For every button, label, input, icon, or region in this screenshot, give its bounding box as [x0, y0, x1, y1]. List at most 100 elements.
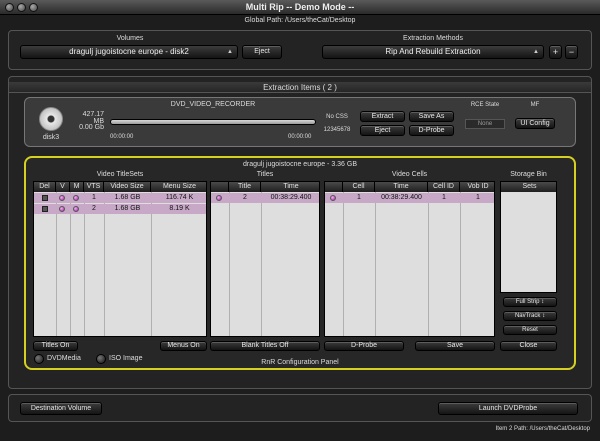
- rce-state-field[interactable]: None: [465, 119, 505, 129]
- navtrack-select[interactable]: NavTrack ↕: [503, 311, 557, 321]
- navtrack-label: NavTrack: [514, 313, 541, 319]
- disk-name: disk3: [42, 134, 60, 141]
- menu-toggle[interactable]: [73, 206, 79, 212]
- cell-number: 1: [357, 194, 361, 201]
- blank-titles-off-button[interactable]: Blank Titles Off: [210, 341, 320, 351]
- config-panel-footer: RnR Configuration Panel: [261, 359, 339, 366]
- column-header-vts[interactable]: VTS: [84, 182, 104, 192]
- column-header-video-size[interactable]: Video Size: [104, 182, 151, 192]
- table-row[interactable]: 1 00:38:29.400 1 1: [325, 193, 494, 203]
- titles-label: Titles: [256, 171, 274, 178]
- menu-toggle[interactable]: [73, 195, 79, 201]
- close-config-button[interactable]: Close: [500, 341, 557, 351]
- video-cells-table[interactable]: Cell Time Cell ID Vob ID 1 00:38:29.400 …: [324, 181, 495, 337]
- chevron-updown-icon: ▲: [227, 49, 233, 55]
- menu-size-cell: 8.19 K: [169, 205, 190, 212]
- table-row[interactable]: 2 1.68 GB 8.19 K: [34, 204, 206, 214]
- save-config-button[interactable]: Save: [415, 341, 495, 351]
- disk-title: DVD_VIDEO_RECORDER: [170, 101, 256, 108]
- dprobe-config-button[interactable]: D-Probe: [324, 341, 404, 351]
- item-path: Item 2 Path: /Users/theCat/Desktop: [495, 426, 590, 432]
- column-header-select: [211, 182, 229, 192]
- disk-free: 0.00 Gb: [79, 124, 104, 131]
- video-size-cell: 1.68 GB: [114, 194, 141, 201]
- remove-method-button[interactable]: −: [565, 45, 578, 59]
- full-strip-select[interactable]: Full Strip ↕: [503, 297, 557, 307]
- rce-state-label: RCE State: [470, 102, 500, 108]
- column-header-cell[interactable]: Cell: [343, 182, 375, 192]
- extraction-progress-bar: [110, 119, 316, 125]
- minimize-window-icon[interactable]: [17, 3, 26, 12]
- launch-dvdprobe-button[interactable]: Launch DVDProbe: [438, 402, 578, 415]
- ui-config-button[interactable]: UI Config: [515, 118, 555, 129]
- time-end: 00:00:00: [288, 134, 312, 140]
- column-header-cell-time[interactable]: Time: [375, 182, 428, 192]
- title-cell: 2: [243, 194, 247, 201]
- title-toggle[interactable]: [216, 195, 222, 201]
- volume-select-value: dragulj jugoistocne europe - disk2: [69, 47, 189, 56]
- css-status: No CSS: [326, 114, 348, 120]
- vob-id: 1: [476, 194, 480, 201]
- volume-select[interactable]: dragulj jugoistocne europe - disk2 ▲: [20, 45, 238, 59]
- column-header-cell-id[interactable]: Cell ID: [428, 182, 460, 192]
- extraction-methods-label: Extraction Methods: [403, 35, 463, 42]
- column-header-sets[interactable]: Sets: [501, 182, 556, 192]
- add-method-button[interactable]: +: [549, 45, 562, 59]
- config-header: dragulj jugoistocne europe - 3.36 GB: [242, 161, 358, 168]
- eject-volume-button[interactable]: Eject: [242, 45, 282, 59]
- window-title: Multi Rip -- Demo Mode --: [0, 0, 600, 15]
- cell-toggle[interactable]: [330, 195, 336, 201]
- storage-bin-label: Storage Bin: [510, 171, 547, 178]
- table-row[interactable]: 1 1.68 GB 116.74 K: [34, 193, 206, 203]
- zoom-window-icon[interactable]: [29, 3, 38, 12]
- delete-checkbox[interactable]: [42, 195, 48, 201]
- reset-button[interactable]: Reset: [503, 325, 557, 335]
- disk-serial: 12345678: [323, 127, 351, 133]
- destination-volume-button[interactable]: Destination Volume: [20, 402, 102, 415]
- time-start: 00:00:00: [110, 134, 134, 140]
- column-header-vob-id[interactable]: Vob ID: [460, 182, 494, 192]
- column-header-time[interactable]: Time: [261, 182, 319, 192]
- column-header-menu-size[interactable]: Menu Size: [151, 182, 206, 192]
- extraction-method-select[interactable]: Rip And Rebuild Extraction ▲: [322, 45, 544, 59]
- full-strip-label: Full Strip: [515, 299, 540, 305]
- menu-size-cell: 116.74 K: [165, 194, 194, 201]
- chevron-updown-icon: ↕: [542, 313, 546, 319]
- titles-on-button[interactable]: Titles On: [33, 341, 78, 351]
- chevron-updown-icon: ↕: [541, 299, 545, 305]
- video-titlesets-label: Video TitleSets: [96, 171, 144, 178]
- video-toggle[interactable]: [59, 195, 65, 201]
- storage-bin-table[interactable]: Sets: [500, 181, 557, 293]
- mf-label: MF: [530, 102, 540, 108]
- video-size-cell: 1.68 GB: [114, 205, 141, 212]
- vts-cell: 2: [92, 205, 96, 212]
- column-header-title[interactable]: Title: [229, 182, 261, 192]
- column-header-v[interactable]: V: [56, 182, 70, 192]
- extraction-method-value: Rip And Rebuild Extraction: [385, 47, 481, 56]
- extract-button[interactable]: Extract: [360, 111, 405, 122]
- video-titlesets-table[interactable]: Del V M VTS Video Size Menu Size 1 1.68 …: [33, 181, 207, 337]
- disc-icon: [39, 107, 63, 131]
- column-header-select: [325, 182, 343, 192]
- column-header-del[interactable]: Del: [34, 182, 56, 192]
- table-row[interactable]: 2 00:38:29.400: [211, 193, 319, 203]
- volumes-label: Volumes: [116, 35, 144, 42]
- cell-id: 1: [442, 194, 446, 201]
- extraction-items-tab[interactable]: Extraction Items ( 2 ): [9, 82, 591, 93]
- delete-checkbox[interactable]: [42, 206, 48, 212]
- close-window-icon[interactable]: [5, 3, 14, 12]
- vts-cell: 1: [92, 194, 96, 201]
- save-as-button[interactable]: Save As: [409, 111, 454, 122]
- column-header-m[interactable]: M: [70, 182, 84, 192]
- chevron-updown-icon: ▲: [533, 49, 539, 55]
- menus-on-button[interactable]: Menus On: [160, 341, 207, 351]
- video-cells-label: Video Cells: [391, 171, 428, 178]
- disk-size: 427.17 MB: [82, 111, 104, 125]
- eject-disk-button[interactable]: Eject: [360, 125, 405, 136]
- video-toggle[interactable]: [59, 206, 65, 212]
- dprobe-disk-button[interactable]: D-Probe: [409, 125, 454, 136]
- cell-time: 00:38:29.400: [381, 194, 422, 201]
- global-path: Global Path: /Users/theCat/Desktop: [244, 17, 356, 24]
- titles-table[interactable]: Title Time 2 00:38:29.400: [210, 181, 320, 337]
- time-cell: 00:38:29.400: [270, 194, 312, 201]
